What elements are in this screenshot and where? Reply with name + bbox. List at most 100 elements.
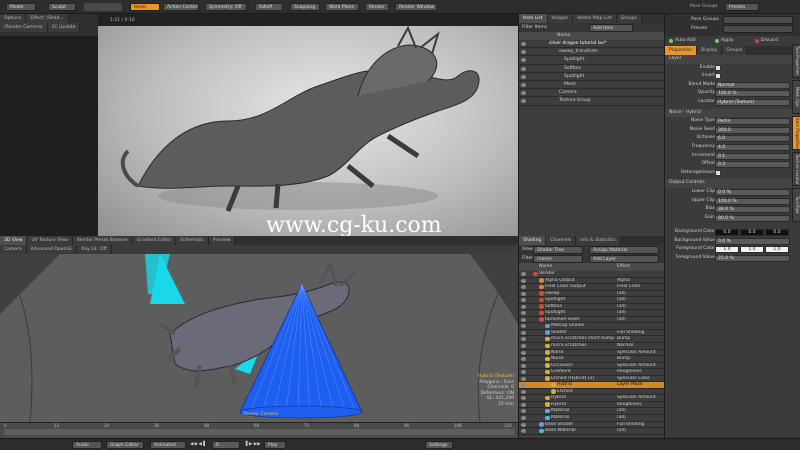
apply-button[interactable]: Apply bbox=[721, 38, 734, 43]
visibility-eye-icon[interactable] bbox=[521, 357, 526, 362]
discard-button[interactable]: Discard bbox=[761, 38, 778, 43]
property-field[interactable]: 4.0 bbox=[715, 143, 790, 151]
visibility-eye-icon[interactable] bbox=[521, 50, 526, 55]
property-field[interactable]: Perlin bbox=[715, 118, 790, 126]
tab-render-preset-browser[interactable]: Render Preset Browser bbox=[72, 236, 133, 245]
visibility-eye-icon[interactable] bbox=[521, 82, 526, 87]
visibility-eye-icon[interactable] bbox=[521, 344, 526, 349]
property-checkbox[interactable] bbox=[715, 169, 721, 176]
tab-schematic[interactable]: Schematic bbox=[176, 236, 209, 245]
visibility-eye-icon[interactable] bbox=[521, 291, 526, 296]
visibility-eye-icon[interactable] bbox=[521, 402, 526, 407]
property-field[interactable]: 0.0 % bbox=[715, 237, 790, 245]
color-channel-field[interactable]: 1.0 bbox=[740, 246, 764, 254]
side-tab[interactable]: Item Properties bbox=[792, 116, 800, 150]
property-field[interactable]: Normal bbox=[715, 81, 790, 89]
property-field[interactable]: 38.0 % bbox=[715, 206, 790, 214]
layer-section-header[interactable]: Layer bbox=[665, 55, 800, 64]
render-button[interactable]: Render bbox=[365, 3, 389, 11]
settings-button[interactable]: Settings bbox=[425, 441, 453, 449]
transport-icons[interactable]: ◀◀ ◀ ▌ bbox=[190, 442, 207, 447]
render-camera-selector[interactable]: (Render Camera) bbox=[0, 23, 48, 32]
animated-dropdown[interactable]: Animated bbox=[150, 441, 186, 449]
viewport-shading-dropdown[interactable]: Advanced OpenGL bbox=[26, 245, 78, 254]
visibility-eye-icon[interactable] bbox=[521, 330, 526, 335]
property-field[interactable]: Hybrid (Texture) bbox=[715, 98, 790, 106]
visibility-eye-icon[interactable] bbox=[521, 278, 526, 283]
visibility-eye-icon[interactable] bbox=[521, 272, 526, 276]
visibility-eye-icon[interactable] bbox=[521, 66, 526, 71]
item-list-row[interactable]: sweep_transform bbox=[519, 48, 664, 57]
tab-vertex-map-list[interactable]: Vertex Map List bbox=[573, 14, 617, 23]
visibility-eye-icon[interactable] bbox=[521, 389, 526, 394]
item-list-row[interactable]: Softbox bbox=[519, 65, 664, 73]
visibility-eye-icon[interactable] bbox=[521, 350, 526, 355]
side-tab[interactable]: Texture Locator bbox=[792, 152, 800, 186]
shader-filter-dropdown[interactable]: (none) bbox=[533, 255, 583, 263]
tab-item-list[interactable]: Item List bbox=[519, 14, 548, 23]
item-list-row[interactable]: Spotlight bbox=[519, 73, 664, 81]
visibility-eye-icon[interactable] bbox=[521, 429, 526, 434]
property-field[interactable]: 0.1 bbox=[715, 152, 790, 160]
visibility-eye-icon[interactable] bbox=[521, 422, 526, 427]
property-field[interactable]: 0.3 bbox=[715, 161, 790, 169]
side-tab[interactable]: Mesh Ops bbox=[792, 80, 800, 114]
property-field[interactable]: 100.0 % bbox=[715, 90, 790, 98]
visibility-eye-icon[interactable] bbox=[521, 416, 526, 421]
assign-material-button[interactable]: Assign Material bbox=[589, 246, 659, 254]
timeline-track[interactable] bbox=[4, 429, 514, 435]
property-checkbox[interactable] bbox=[715, 64, 721, 71]
property-field[interactable]: 6.0 bbox=[715, 135, 790, 143]
tab-display[interactable]: Display bbox=[696, 46, 723, 55]
viewport-camera-dropdown[interactable]: Camera bbox=[0, 245, 27, 254]
timeline[interactable]: 0 12 24 36 48 60 72 84 96 108 120 bbox=[0, 422, 518, 438]
render-tab-options[interactable]: Options bbox=[0, 14, 27, 23]
side-tab[interactable]: Tool Properties bbox=[792, 44, 800, 78]
noise-section-header[interactable]: Noise - Hybrid bbox=[665, 108, 800, 118]
visibility-eye-icon[interactable] bbox=[521, 99, 526, 104]
tab-groups-props[interactable]: Groups bbox=[722, 46, 748, 55]
visibility-eye-icon[interactable] bbox=[521, 91, 526, 96]
item-list-row[interactable]: Camera bbox=[519, 89, 664, 98]
property-field[interactable]: 25.0 % bbox=[715, 255, 790, 263]
property-field[interactable]: 0.0 % bbox=[715, 188, 790, 196]
items-mode-button[interactable]: Items bbox=[130, 3, 160, 11]
color-channel-field[interactable]: 0.0 bbox=[765, 229, 789, 237]
visibility-eye-icon[interactable] bbox=[521, 317, 526, 322]
tab-shading[interactable]: Shading bbox=[519, 236, 547, 245]
tab-groups[interactable]: Groups bbox=[616, 14, 642, 23]
visibility-eye-icon[interactable] bbox=[521, 304, 526, 309]
tab-properties[interactable]: Properties bbox=[665, 46, 697, 55]
audio-button[interactable]: Audio bbox=[72, 441, 102, 449]
visibility-eye-icon[interactable] bbox=[521, 42, 526, 46]
item-list-row[interactable]: Mesh bbox=[519, 81, 664, 90]
color-channel-field[interactable]: 0.0 bbox=[715, 229, 739, 237]
visibility-eye-icon[interactable] bbox=[521, 363, 526, 368]
pose-groups-field[interactable] bbox=[723, 16, 793, 24]
add-item-button[interactable]: Add Item bbox=[589, 24, 633, 32]
color-channel-field[interactable]: 1.0 bbox=[765, 246, 789, 254]
add-layer-button[interactable]: Add Layer bbox=[589, 255, 659, 263]
property-field[interactable]: 90.0 % bbox=[715, 214, 790, 222]
property-field[interactable]: 300.0 bbox=[715, 126, 790, 134]
tab-3d-view[interactable]: 3D View bbox=[0, 236, 28, 245]
side-tab[interactable]: Tool Pipe bbox=[792, 188, 800, 222]
view-dropdown[interactable]: Shader Tree bbox=[533, 246, 583, 254]
layout-mode-dropdown[interactable]: Model bbox=[6, 3, 36, 11]
presets-field[interactable] bbox=[723, 25, 793, 33]
visibility-eye-icon[interactable] bbox=[521, 298, 526, 303]
work-plane-dropdown[interactable]: Work Plane bbox=[325, 3, 359, 11]
tab-gradient-editor[interactable]: Gradient Editor bbox=[132, 236, 177, 245]
color-channel-field[interactable]: 0.0 bbox=[740, 229, 764, 237]
play-button[interactable]: Play bbox=[264, 441, 286, 449]
falloff-dropdown[interactable]: Falloff bbox=[255, 3, 283, 11]
auto-add-button[interactable]: Auto Add bbox=[675, 38, 696, 43]
snapping-button[interactable]: Snapping bbox=[290, 3, 320, 11]
transport-icons-forward[interactable]: ▐ ▶ ▶▶ bbox=[244, 442, 261, 447]
visibility-eye-icon[interactable] bbox=[521, 396, 526, 401]
tab-uv-texture-view[interactable]: UV Texture View bbox=[27, 236, 73, 245]
item-list-row[interactable]: Spotlight bbox=[519, 56, 664, 65]
tab-images[interactable]: Images bbox=[547, 14, 573, 23]
visibility-eye-icon[interactable] bbox=[521, 370, 526, 375]
viewport-raygl-toggle[interactable]: Ray GL: Off bbox=[77, 245, 112, 254]
